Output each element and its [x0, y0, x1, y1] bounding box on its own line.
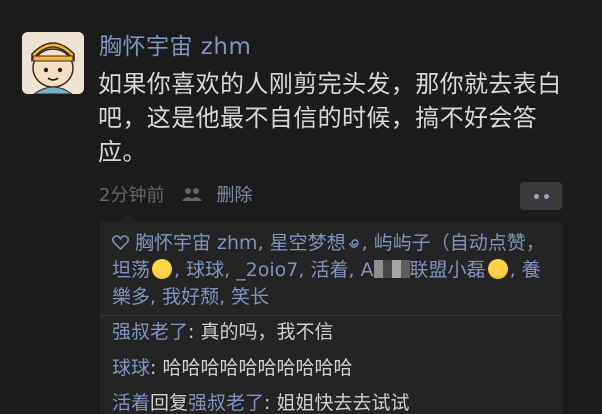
people-icon[interactable]: [181, 184, 206, 204]
reply-target[interactable]: 强叔老了: [188, 392, 264, 414]
comment-text: : 哈哈哈哈哈哈哈哈哈哈: [150, 357, 353, 379]
delete-button[interactable]: 删除: [216, 181, 252, 207]
comment-text: : 姐姐快去去试试: [264, 392, 410, 414]
smile-emoji-icon: [487, 259, 508, 279]
cartoon-boy-avatar-icon: [22, 32, 84, 94]
swirl-icon: [348, 239, 359, 248]
more-dots-button[interactable]: [520, 182, 562, 210]
heart-outline-icon: [112, 235, 129, 250]
likes-divider: [100, 315, 562, 316]
pixelated-redaction-icon: [373, 260, 410, 278]
author-name[interactable]: 胸怀宇宙 zhm: [99, 32, 251, 62]
likes-list: 胸怀宇宙 zhm, 星空梦想, 屿屿子（自动点赞，坦荡, 球球, _2oio7,…: [112, 230, 552, 311]
comment-item[interactable]: 球球: 哈哈哈哈哈哈哈哈哈哈: [112, 354, 352, 382]
moments-post: 胸怀宇宙 zhm 如果你喜欢的人刚剪完头发，那你就去表白吧，这是他最不自信的时候…: [0, 0, 602, 414]
comment-item[interactable]: 强叔老了: 真的吗，我不信: [112, 318, 333, 346]
comment-item[interactable]: 活着回复强叔老了: 姐姐快去去试试: [112, 389, 410, 414]
chick-emoji-icon: [152, 259, 173, 279]
post-meta: 2分钟前 删除: [99, 178, 252, 210]
likes-names-3[interactable]: , 球球, _2oio7, 活着, A: [174, 259, 374, 281]
comment-author[interactable]: 活着: [112, 392, 150, 414]
reply-word: 回复: [150, 392, 189, 414]
panel-notch: [120, 214, 136, 222]
avatar[interactable]: [22, 32, 84, 94]
comment-text: : 真的吗，我不信: [188, 321, 334, 343]
more-dots-icon: [533, 193, 539, 199]
post-text: 如果你喜欢的人刚剪完头发，那你就去表白吧，这是他最不自信的时候，搞不好会答应。: [98, 70, 562, 166]
comment-author[interactable]: 球球: [112, 357, 150, 379]
comment-author[interactable]: 强叔老了: [112, 321, 188, 343]
likes-names-4[interactable]: 联盟小磊: [410, 259, 486, 281]
post-time: 2分钟前: [99, 185, 165, 206]
likes-names-1[interactable]: 胸怀宇宙 zhm, 星空梦想: [135, 232, 346, 254]
